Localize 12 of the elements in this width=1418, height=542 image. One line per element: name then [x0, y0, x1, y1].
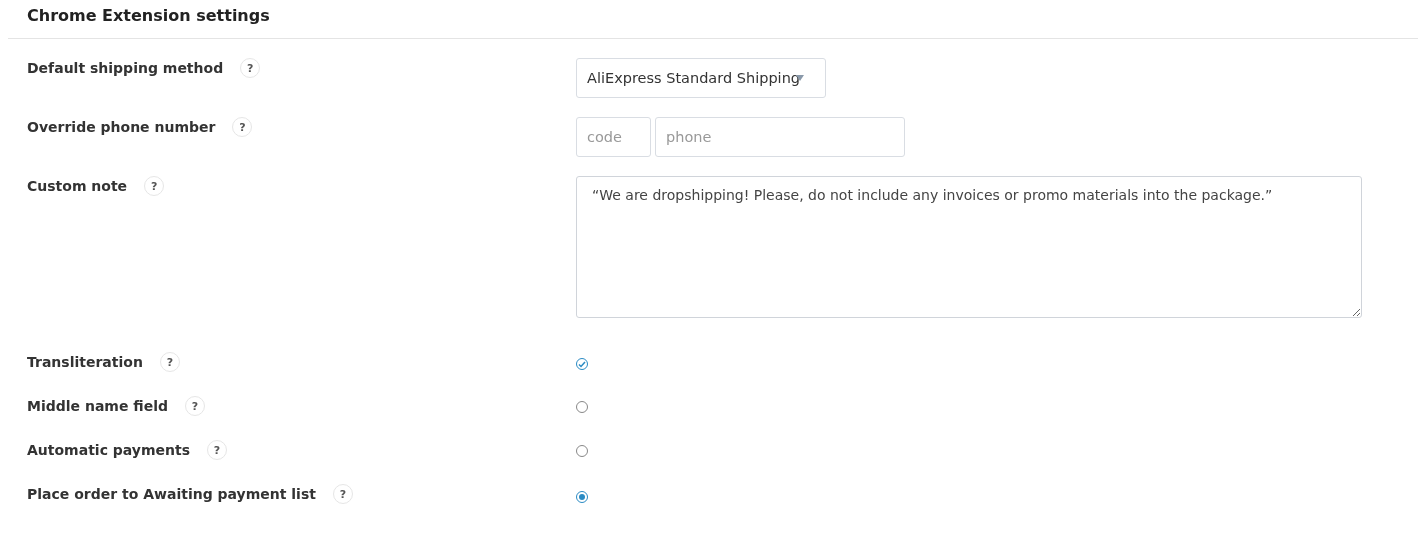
field-label: Custom note: [27, 178, 128, 194]
code-field[interactable]: code: [576, 117, 651, 157]
option-label: Automatic payments: [27, 442, 191, 458]
phone-field[interactable]: phone: [655, 117, 905, 157]
field-label: Override phone number: [27, 119, 216, 135]
note-field[interactable]: “We are dropshipping! Please, do not include any invoices or promo materials into the package.”: [576, 176, 1362, 318]
option-label: Transliteration: [27, 354, 143, 370]
option-label: Middle name field: [27, 398, 168, 414]
shipping-select[interactable]: AliExpress Standard Shipping: [576, 58, 826, 98]
section-title: Chrome Extension settings: [26, 5, 271, 27]
option-label: Place order to Awaiting payment list: [27, 486, 316, 502]
field-label: Default shipping method: [27, 60, 224, 76]
